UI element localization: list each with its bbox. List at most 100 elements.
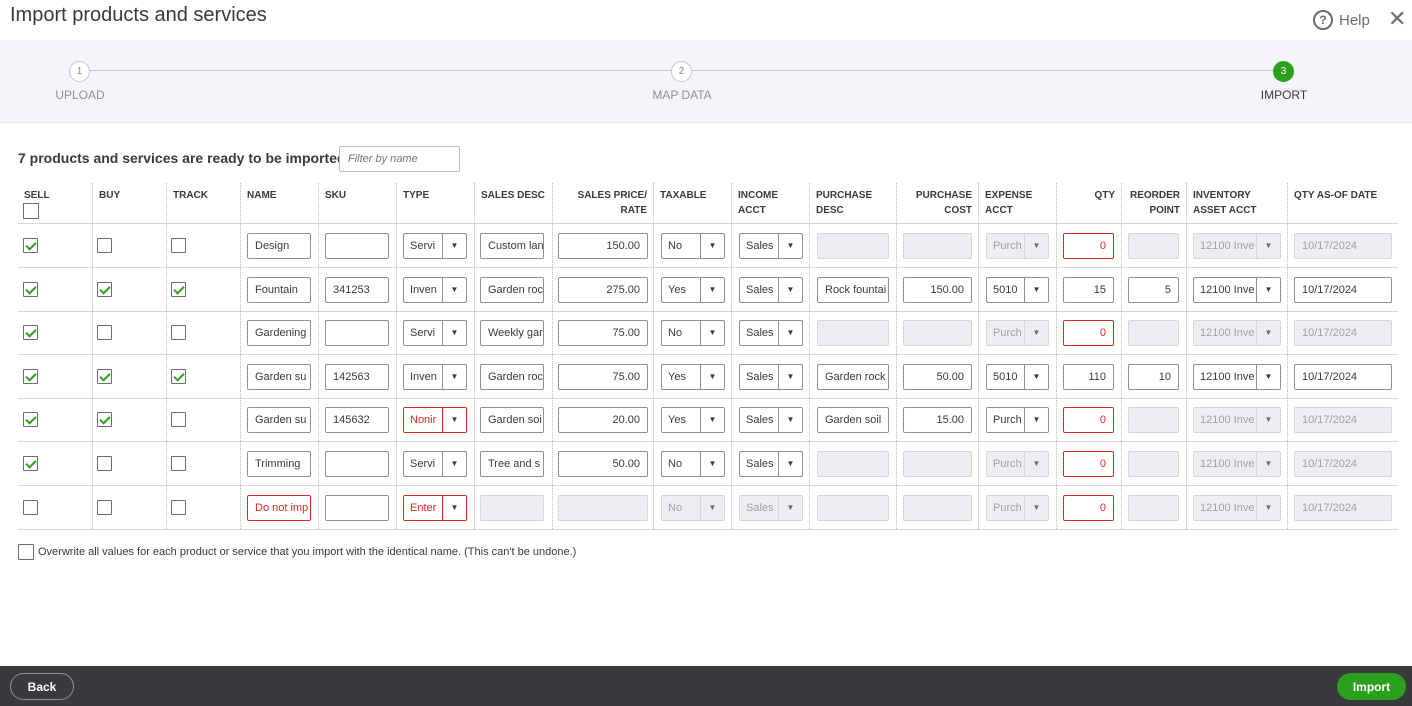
chevron-down-icon[interactable]: ▼ — [1256, 364, 1280, 389]
sku-field[interactable] — [325, 320, 389, 347]
sell-checkbox[interactable] — [23, 499, 38, 515]
income-account-select[interactable]: Sales ▼ — [739, 407, 803, 434]
chevron-down-icon[interactable]: ▼ — [442, 408, 466, 433]
inventory-asset-account-select[interactable]: 12100 Inve ▼ — [1193, 276, 1281, 303]
expense-account-select[interactable]: 5010 ▼ — [986, 363, 1049, 390]
buy-checkbox[interactable] — [97, 325, 112, 341]
expense-account-select[interactable]: 5010 ▼ — [986, 276, 1049, 303]
track-checkbox[interactable] — [171, 368, 186, 384]
income-account-select[interactable]: Sales ▼ — [739, 363, 803, 390]
chevron-down-icon[interactable]: ▼ — [700, 234, 724, 258]
sales-price-field[interactable]: 75.00 — [558, 363, 648, 390]
inventory-asset-account-select[interactable]: 12100 Inve ▼ — [1193, 363, 1281, 390]
sku-field[interactable]: 142563 — [325, 363, 389, 390]
income-account-select[interactable]: Sales ▼ — [739, 276, 803, 303]
purchase-cost-field[interactable]: 150.00 — [903, 276, 972, 303]
sku-field[interactable] — [325, 451, 389, 477]
sales-price-field[interactable]: 275.00 — [558, 276, 648, 303]
sales-desc-field[interactable]: Custom lan — [480, 233, 544, 259]
sell-checkbox[interactable] — [23, 238, 38, 253]
chevron-down-icon[interactable]: ▼ — [442, 452, 466, 476]
help-button[interactable]: ? Help — [1313, 10, 1370, 30]
buy-checkbox[interactable] — [97, 238, 112, 253]
chevron-down-icon[interactable]: ▼ — [442, 364, 466, 389]
qty-field[interactable]: 0 — [1063, 494, 1114, 521]
track-checkbox[interactable] — [171, 281, 186, 297]
chevron-down-icon[interactable]: ▼ — [442, 495, 466, 520]
sales-desc-field[interactable]: Garden roc — [480, 363, 544, 390]
chevron-down-icon[interactable]: ▼ — [700, 408, 724, 433]
chevron-down-icon[interactable]: ▼ — [700, 277, 724, 302]
chevron-down-icon[interactable]: ▼ — [700, 452, 724, 476]
name-field[interactable]: Garden su — [247, 363, 311, 390]
taxable-select[interactable]: Yes ▼ — [661, 276, 725, 303]
sales-desc-field[interactable]: Tree and s — [480, 451, 544, 477]
filter-by-name-input[interactable] — [339, 146, 460, 172]
sales-desc-field[interactable]: Garden soi — [480, 407, 544, 434]
import-button[interactable]: Import — [1337, 673, 1406, 700]
chevron-down-icon[interactable]: ▼ — [1024, 495, 1048, 520]
sell-checkbox[interactable] — [23, 325, 38, 341]
chevron-down-icon[interactable]: ▼ — [1024, 321, 1048, 346]
taxable-select[interactable]: No ▼ — [661, 320, 725, 347]
chevron-down-icon[interactable]: ▼ — [1024, 408, 1048, 433]
track-checkbox[interactable] — [171, 499, 186, 515]
sell-checkbox[interactable] — [23, 456, 38, 471]
chevron-down-icon[interactable]: ▼ — [1024, 277, 1048, 302]
chevron-down-icon[interactable]: ▼ — [442, 234, 466, 258]
chevron-down-icon[interactable]: ▼ — [778, 408, 802, 433]
chevron-down-icon[interactable]: ▼ — [1024, 234, 1048, 258]
qty-as-of-date-field[interactable]: 10/17/2024 — [1294, 363, 1392, 390]
track-checkbox[interactable] — [171, 456, 186, 471]
sales-desc-field[interactable]: Weekly gar — [480, 320, 544, 347]
name-field[interactable]: Design — [247, 233, 311, 259]
income-account-select[interactable]: Sales ▼ — [739, 233, 803, 259]
buy-checkbox[interactable] — [97, 281, 112, 297]
taxable-select[interactable]: No ▼ — [661, 451, 725, 477]
chevron-down-icon[interactable]: ▼ — [778, 364, 802, 389]
sales-price-field[interactable]: 20.00 — [558, 407, 648, 434]
chevron-down-icon[interactable]: ▼ — [778, 452, 802, 476]
track-checkbox[interactable] — [171, 238, 186, 253]
sales-price-field[interactable]: 75.00 — [558, 320, 648, 347]
chevron-down-icon[interactable]: ▼ — [1024, 452, 1048, 476]
back-button[interactable]: Back — [10, 673, 74, 700]
type-select[interactable]: Inven ▼ — [403, 363, 467, 390]
purchase-cost-field[interactable]: 15.00 — [903, 407, 972, 434]
name-field[interactable]: Do not imp — [247, 494, 311, 521]
expense-account-select[interactable]: Purch ▼ — [986, 407, 1049, 434]
chevron-down-icon[interactable]: ▼ — [1256, 495, 1280, 520]
chevron-down-icon[interactable]: ▼ — [700, 364, 724, 389]
sales-price-field[interactable]: 150.00 — [558, 233, 648, 259]
buy-checkbox[interactable] — [97, 499, 112, 515]
qty-field[interactable]: 0 — [1063, 320, 1114, 347]
name-field[interactable]: Trimming — [247, 451, 311, 477]
type-select[interactable]: Inven ▼ — [403, 276, 467, 303]
type-select[interactable]: Servi ▼ — [403, 233, 467, 259]
chevron-down-icon[interactable]: ▼ — [1024, 364, 1048, 389]
qty-field[interactable]: 15 — [1063, 276, 1114, 303]
chevron-down-icon[interactable]: ▼ — [442, 321, 466, 346]
sell-checkbox[interactable] — [23, 412, 38, 428]
type-select[interactable]: Servi ▼ — [403, 451, 467, 477]
type-select[interactable]: Nonir ▼ — [403, 407, 467, 434]
buy-checkbox[interactable] — [97, 456, 112, 471]
chevron-down-icon[interactable]: ▼ — [1256, 452, 1280, 476]
income-account-select[interactable]: Sales ▼ — [739, 320, 803, 347]
reorder-point-field[interactable]: 5 — [1128, 276, 1179, 303]
chevron-down-icon[interactable]: ▼ — [1256, 321, 1280, 346]
sku-field[interactable] — [325, 233, 389, 259]
name-field[interactable]: Garden su — [247, 407, 311, 434]
chevron-down-icon[interactable]: ▼ — [778, 234, 802, 258]
chevron-down-icon[interactable]: ▼ — [442, 277, 466, 302]
income-account-select[interactable]: Sales ▼ — [739, 451, 803, 477]
sku-field[interactable]: 145632 — [325, 407, 389, 434]
close-icon[interactable]: ✕ — [1388, 8, 1406, 30]
purchase-desc-field[interactable]: Garden rock — [817, 363, 889, 390]
chevron-down-icon[interactable]: ▼ — [700, 321, 724, 346]
qty-field[interactable]: 0 — [1063, 233, 1114, 259]
sku-field[interactable] — [325, 494, 389, 521]
sell-checkbox[interactable] — [23, 368, 38, 384]
qty-field[interactable]: 0 — [1063, 407, 1114, 434]
sales-price-field[interactable]: 50.00 — [558, 451, 648, 477]
